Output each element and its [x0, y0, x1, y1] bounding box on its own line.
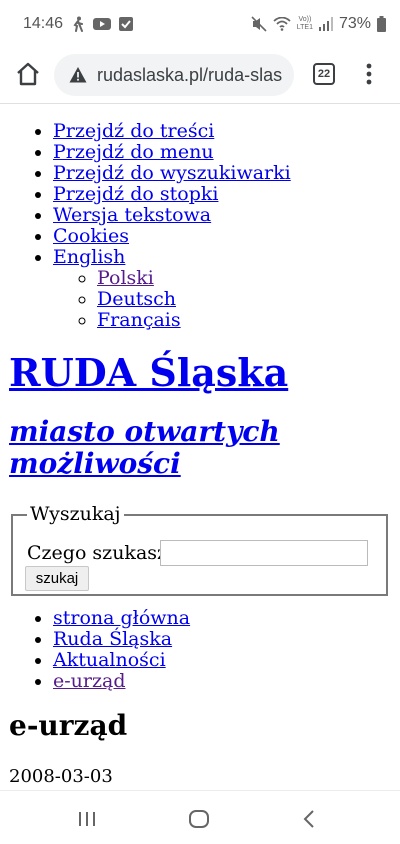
- list-item: e-urząd: [53, 671, 190, 692]
- signal-icon: [318, 17, 333, 31]
- walking-person-icon: [71, 16, 85, 32]
- list-item: strona główna: [53, 608, 190, 629]
- recent-apps-icon[interactable]: [75, 807, 99, 831]
- search-legend: Wyszukaj: [30, 503, 121, 525]
- breadcrumb: strona główna Ruda Śląska Aktualności e-…: [53, 608, 190, 692]
- article-date: 2008-03-03: [9, 766, 113, 787]
- site-subtitle-link[interactable]: miasto otwartych możliwości: [9, 415, 280, 480]
- status-left: 14:46: [23, 15, 134, 33]
- list-item: Français: [97, 310, 291, 331]
- not-secure-warning-icon[interactable]: [69, 66, 87, 84]
- url-text[interactable]: rudaslaska.pl/ruda-slas: [97, 65, 282, 86]
- breadcrumb-ruda-slaska-link[interactable]: Ruda Śląska: [53, 628, 172, 650]
- status-bar: 14:46 Vo)) LTE1 73%: [0, 0, 400, 48]
- skip-to-footer-link[interactable]: Przejdź do stopki: [53, 183, 218, 205]
- page-title: e-urząd: [9, 709, 128, 742]
- home-icon[interactable]: [14, 60, 42, 88]
- status-time: 14:46: [23, 15, 64, 32]
- english-link[interactable]: English: [53, 246, 125, 268]
- battery-icon: [377, 16, 386, 32]
- search-label: Czego szukasz?: [27, 542, 178, 564]
- battery-percent: 73%: [338, 15, 371, 32]
- language-polski-link[interactable]: Polski: [97, 267, 154, 289]
- address-bar[interactable]: rudaslaska.pl/ruda-slas: [54, 54, 294, 96]
- web-page: Przejdź do treści Przejdź do menu Przejd…: [0, 104, 400, 790]
- breadcrumb-home-link[interactable]: strona główna: [53, 607, 190, 629]
- site-title-link[interactable]: RUDA Śląska: [9, 350, 288, 395]
- mute-icon: [251, 16, 267, 32]
- skip-links-list: Przejdź do treści Przejdź do menu Przejd…: [53, 121, 291, 331]
- wifi-icon: [273, 17, 291, 31]
- cookies-link[interactable]: Cookies: [53, 225, 129, 247]
- volte-lte-indicator: Vo)) LTE1: [297, 16, 313, 32]
- site-subtitle: miasto otwartych możliwości: [9, 416, 329, 480]
- text-version-link[interactable]: Wersja tekstowa: [53, 204, 211, 226]
- list-item: Przejdź do stopki: [53, 184, 291, 205]
- more-menu-icon[interactable]: [362, 60, 376, 88]
- skip-to-content-link[interactable]: Przejdź do treści: [53, 120, 214, 142]
- browser-toolbar: rudaslaska.pl/ruda-slas 22: [0, 48, 400, 104]
- search-form: Wyszukaj Czego szukasz? szukaj: [11, 504, 388, 596]
- language-deutsch-link[interactable]: Deutsch: [97, 288, 176, 310]
- list-item: Polski: [97, 268, 291, 289]
- list-item: Przejdź do menu: [53, 142, 291, 163]
- list-item: Cookies: [53, 226, 291, 247]
- breadcrumb-e-urzad-link[interactable]: e-urząd: [53, 670, 125, 692]
- list-item: Wersja tekstowa: [53, 205, 291, 226]
- search-button[interactable]: szukaj: [25, 566, 89, 591]
- list-item: English Polski Deutsch Français: [53, 247, 291, 331]
- site-title: RUDA Śląska: [9, 351, 288, 395]
- list-item: Deutsch: [97, 289, 291, 310]
- list-item: Przejdź do treści: [53, 121, 291, 142]
- back-icon[interactable]: [298, 807, 322, 831]
- youtube-icon: [93, 17, 112, 31]
- volte-label: Vo)): [298, 16, 312, 23]
- search-input[interactable]: [160, 540, 368, 566]
- language-francais-link[interactable]: Français: [97, 309, 181, 331]
- list-item: Przejdź do wyszukiwarki: [53, 163, 291, 184]
- skip-to-search-link[interactable]: Przejdź do wyszukiwarki: [53, 162, 291, 184]
- system-navigation-bar: [0, 790, 400, 844]
- checkbox-notification-icon: [119, 17, 134, 31]
- status-right: Vo)) LTE1 73%: [251, 15, 386, 33]
- list-item: Aktualności: [53, 650, 190, 671]
- lte-label: LTE1: [296, 24, 313, 31]
- home-navigation-icon[interactable]: [187, 807, 211, 831]
- language-list: Polski Deutsch Français: [97, 268, 291, 331]
- skip-to-menu-link[interactable]: Przejdź do menu: [53, 141, 214, 163]
- breadcrumb-news-link[interactable]: Aktualności: [53, 649, 166, 671]
- list-item: Ruda Śląska: [53, 629, 190, 650]
- tab-switcher-button[interactable]: 22: [313, 63, 335, 85]
